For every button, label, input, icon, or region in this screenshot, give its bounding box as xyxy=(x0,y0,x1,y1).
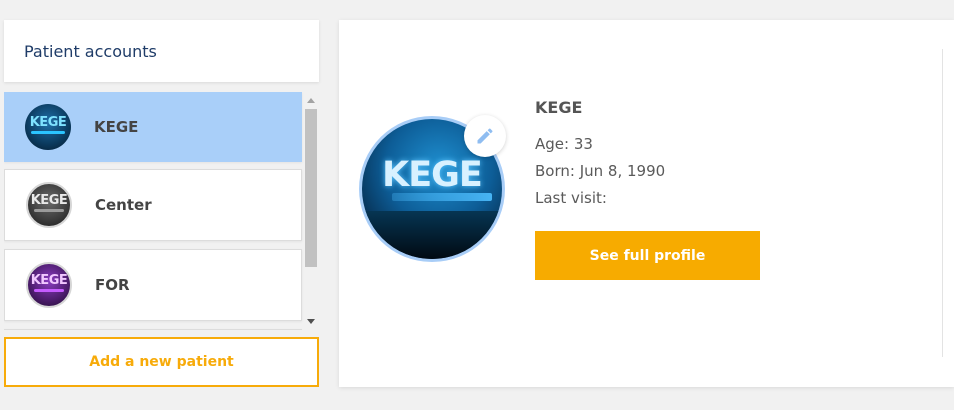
photo-logo: KEGE xyxy=(382,155,483,195)
profile-birthdate: Born: Jun 8, 1990 xyxy=(535,162,666,180)
avatar-accent xyxy=(34,289,64,292)
patient-item-for[interactable]: KEGE FOR xyxy=(4,249,302,321)
scroll-thumb[interactable] xyxy=(305,109,317,267)
photo-tagline xyxy=(392,193,492,201)
scroll-up-arrow-icon[interactable] xyxy=(307,98,315,103)
avatar-logo: KEGE xyxy=(30,193,68,208)
patient-list: KEGE KEGE KEGE Center KEGE FOR xyxy=(4,92,304,330)
patient-item-center[interactable]: KEGE Center xyxy=(4,169,302,241)
patient-item-partial[interactable] xyxy=(4,329,302,330)
avatar-logo: KEGE xyxy=(29,115,67,130)
sidebar-title: Patient accounts xyxy=(24,41,157,61)
patient-avatar: KEGE xyxy=(25,104,71,150)
patient-name: KEGE xyxy=(94,118,139,136)
patient-avatar: KEGE xyxy=(26,182,72,228)
profile-last-visit: Last visit: xyxy=(535,189,607,207)
patient-avatar: KEGE xyxy=(26,262,72,308)
card-divider xyxy=(942,49,943,357)
profile-name: KEGE xyxy=(535,98,583,117)
pencil-icon xyxy=(477,128,493,144)
patient-name: FOR xyxy=(95,276,130,294)
avatar-logo: KEGE xyxy=(30,273,68,288)
patient-item-kege[interactable]: KEGE KEGE xyxy=(4,92,302,162)
add-new-patient-button[interactable]: Add a new patient xyxy=(4,337,319,387)
profile-age: Age: 33 xyxy=(535,135,593,153)
photo-background xyxy=(362,211,502,259)
scroll-down-arrow-icon[interactable] xyxy=(307,319,315,324)
avatar-accent xyxy=(31,131,65,134)
patient-list-scrollbar[interactable] xyxy=(304,92,318,330)
patient-name: Center xyxy=(95,196,152,214)
patient-accounts-header: Patient accounts xyxy=(4,20,319,82)
see-full-profile-button[interactable]: See full profile xyxy=(535,231,760,280)
avatar-accent xyxy=(34,209,64,212)
patient-profile-card: KEGE KEGE Age: 33 Born: Jun 8, 1990 Last… xyxy=(339,20,954,387)
edit-photo-button[interactable] xyxy=(464,115,506,157)
